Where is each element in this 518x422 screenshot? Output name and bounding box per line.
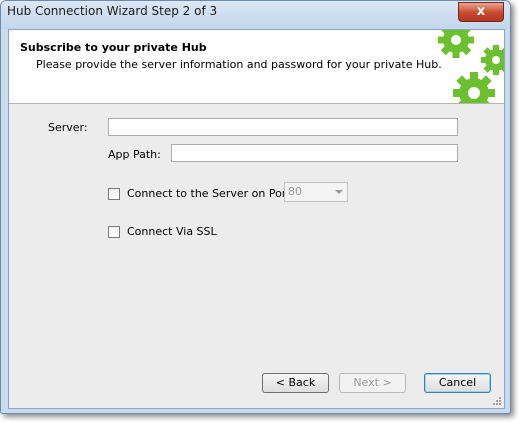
- chevron-down-icon: [335, 190, 343, 194]
- header-subtitle: Please provide the server information an…: [36, 58, 442, 71]
- resize-grip-icon[interactable]: [492, 396, 502, 406]
- server-input[interactable]: [108, 118, 458, 136]
- wizard-body: Subscribe to your private Hub Please pro…: [8, 29, 505, 409]
- wizard-window: Hub Connection Wizard Step 2 of 3 x Subs…: [0, 0, 511, 414]
- close-button[interactable]: x: [458, 2, 504, 22]
- close-icon: x: [476, 4, 486, 19]
- window-title: Hub Connection Wizard Step 2 of 3: [7, 4, 218, 18]
- wizard-header: Subscribe to your private Hub Please pro…: [9, 30, 504, 104]
- port-checkbox[interactable]: [108, 188, 120, 200]
- port-value: 80: [288, 185, 302, 198]
- next-button[interactable]: Next >: [339, 373, 406, 393]
- app-path-input[interactable]: [171, 144, 458, 162]
- port-select[interactable]: 80: [284, 182, 348, 202]
- header-title: Subscribe to your private Hub: [20, 41, 207, 54]
- back-button[interactable]: < Back: [262, 373, 329, 393]
- ssl-checkbox[interactable]: [108, 226, 120, 238]
- title-bar[interactable]: Hub Connection Wizard Step 2 of 3 x: [1, 1, 510, 29]
- cancel-button[interactable]: Cancel: [424, 373, 491, 393]
- port-checkbox-label[interactable]: Connect to the Server on Port:: [127, 187, 294, 200]
- server-label: Server:: [48, 121, 88, 134]
- gears-icon: [438, 30, 504, 103]
- ssl-checkbox-label[interactable]: Connect Via SSL: [127, 225, 217, 238]
- app-path-label: App Path:: [108, 148, 161, 161]
